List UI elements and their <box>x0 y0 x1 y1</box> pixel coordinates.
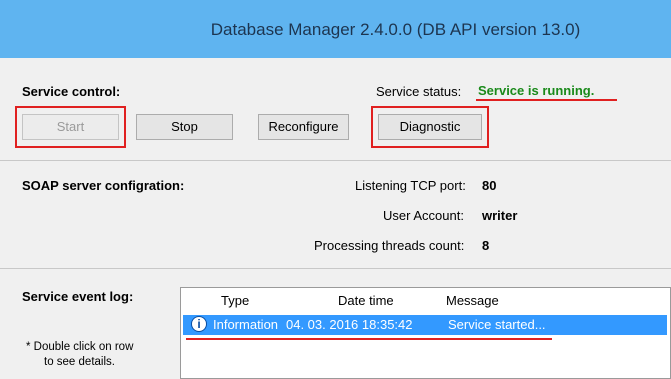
status-underline <box>476 99 617 101</box>
row-datetime: 04. 03. 2016 18:35:42 <box>286 317 413 332</box>
event-log-hint: * Double click on row <box>26 341 134 353</box>
service-status-value: Service is running. <box>478 83 595 98</box>
event-log-hint: to see details. <box>44 356 115 368</box>
start-button[interactable]: Start <box>22 114 119 140</box>
event-log-heading: Service event log: <box>22 289 134 304</box>
row-underline <box>186 338 552 340</box>
section-divider <box>0 268 671 269</box>
section-divider <box>0 160 671 161</box>
window-title: Database Manager 2.4.0.0 (DB API version… <box>210 20 581 39</box>
user-account-label: User Account: <box>383 208 464 223</box>
info-icon: i <box>191 316 207 332</box>
threads-count-value: 8 <box>482 238 490 253</box>
row-message: Service started... <box>448 317 546 332</box>
event-log-header: Type Date time Message <box>181 288 670 312</box>
column-header-type[interactable]: Type <box>221 293 249 308</box>
stop-button[interactable]: Stop <box>136 114 233 140</box>
tcp-port-value: 80 <box>482 178 497 193</box>
event-log-list[interactable]: Type Date time Message i Information 04.… <box>180 287 671 379</box>
user-account-value: writer <box>482 208 518 223</box>
row-type: Information <box>213 317 279 332</box>
soap-heading: SOAP server configration: <box>22 178 185 193</box>
column-header-message[interactable]: Message <box>446 293 499 308</box>
tcp-port-label: Listening TCP port: <box>355 178 466 193</box>
table-row[interactable]: i Information 04. 03. 2016 18:35:42 Serv… <box>183 315 667 335</box>
service-status-label: Service status: <box>376 84 462 99</box>
reconfigure-button[interactable]: Reconfigure <box>258 114 349 140</box>
column-header-datetime[interactable]: Date time <box>338 293 394 308</box>
title-bar: Database Manager 2.4.0.0 (DB API version… <box>0 0 671 58</box>
diagnostic-button[interactable]: Diagnostic <box>378 114 482 140</box>
service-control-heading: Service control: <box>22 84 121 99</box>
threads-count-label: Processing threads count: <box>314 238 465 253</box>
